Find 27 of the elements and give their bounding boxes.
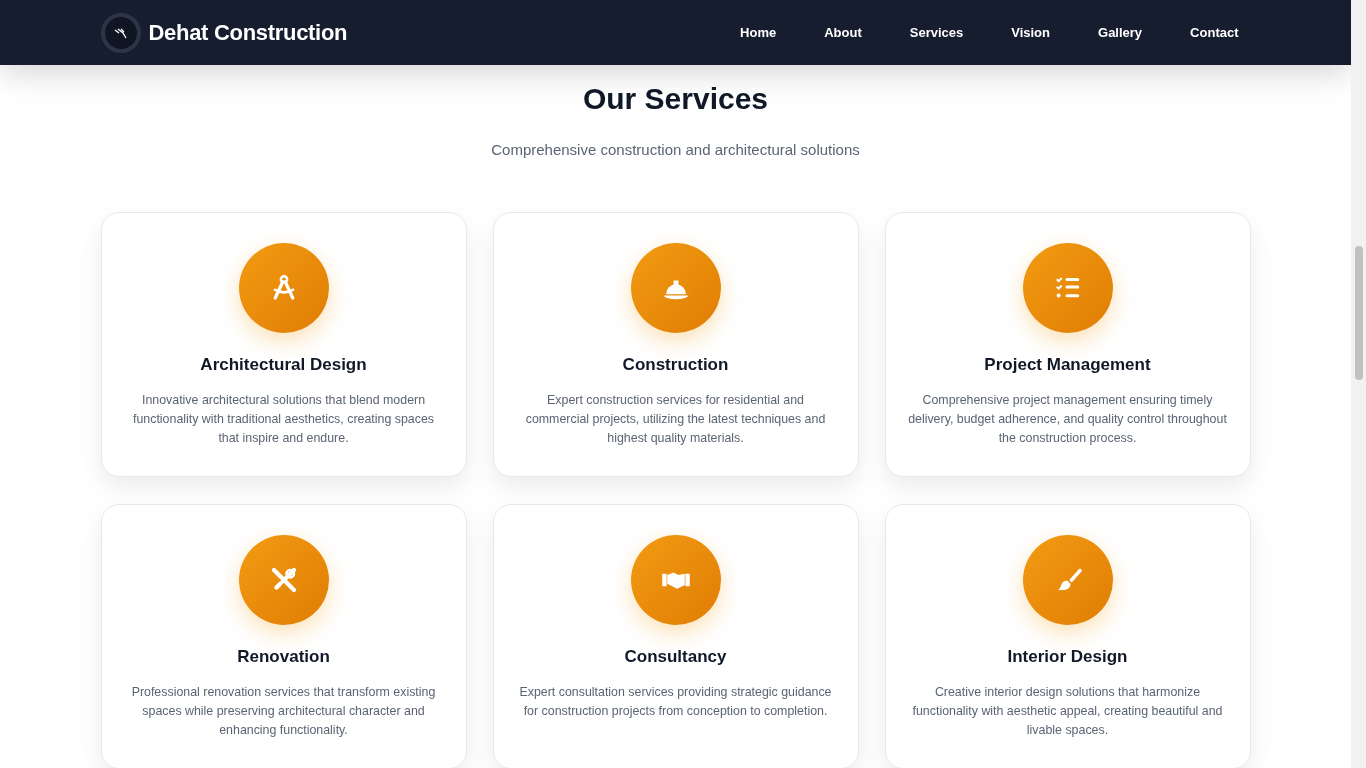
nav-link[interactable]: Services bbox=[909, 16, 964, 49]
service-description: Creative interior design solutions that harmonize functionality with aesthetic appeal, creating beautiful and livable spaces. bbox=[911, 683, 1224, 739]
brand-name[interactable]: Dehat Construction bbox=[148, 16, 348, 49]
tools-icon bbox=[238, 534, 329, 625]
scrollbar[interactable] bbox=[1351, 0, 1366, 768]
compass-icon bbox=[238, 242, 329, 333]
nav-link[interactable]: Contact bbox=[1190, 16, 1239, 49]
nav-link[interactable]: Home bbox=[740, 16, 777, 49]
nav-link[interactable]: Gallery bbox=[1098, 16, 1143, 49]
service-description: Expert construction services for residential and commercial projects, utilizing the latest techniques and highest quality materials. bbox=[524, 391, 827, 447]
service-title: Project Management bbox=[983, 354, 1152, 375]
nav-link[interactable]: Vision bbox=[1011, 16, 1050, 49]
section-title: Our Services bbox=[582, 82, 769, 115]
service-title: Architectural Design bbox=[199, 354, 368, 375]
service-title: Interior Design bbox=[1006, 646, 1129, 667]
handshake-icon bbox=[630, 534, 721, 625]
service-title: Construction bbox=[621, 354, 730, 375]
brush-icon bbox=[1022, 534, 1113, 625]
service-description: Comprehensive project management ensuring timely delivery, budget adherence, and quality control throughout the construction process. bbox=[907, 391, 1228, 447]
service-title: Consultancy bbox=[623, 646, 728, 667]
service-description: Professional renovation services that transform existing spaces while preserving architectural character and enhancing functionality. bbox=[130, 683, 437, 739]
nav-link[interactable]: About bbox=[824, 16, 862, 49]
service-title: Renovation bbox=[236, 646, 331, 667]
service-description: Expert consultation services providing strategic guidance for construction projects from conception to completion. bbox=[518, 683, 833, 720]
section-subtitle: Comprehensive construction and architectural solutions bbox=[491, 141, 860, 158]
service-description: Innovative architectural solutions that blend modern functionality with traditional aesthetics, creating spaces that inspire and endure. bbox=[132, 391, 435, 447]
checklist-icon bbox=[1022, 242, 1113, 333]
